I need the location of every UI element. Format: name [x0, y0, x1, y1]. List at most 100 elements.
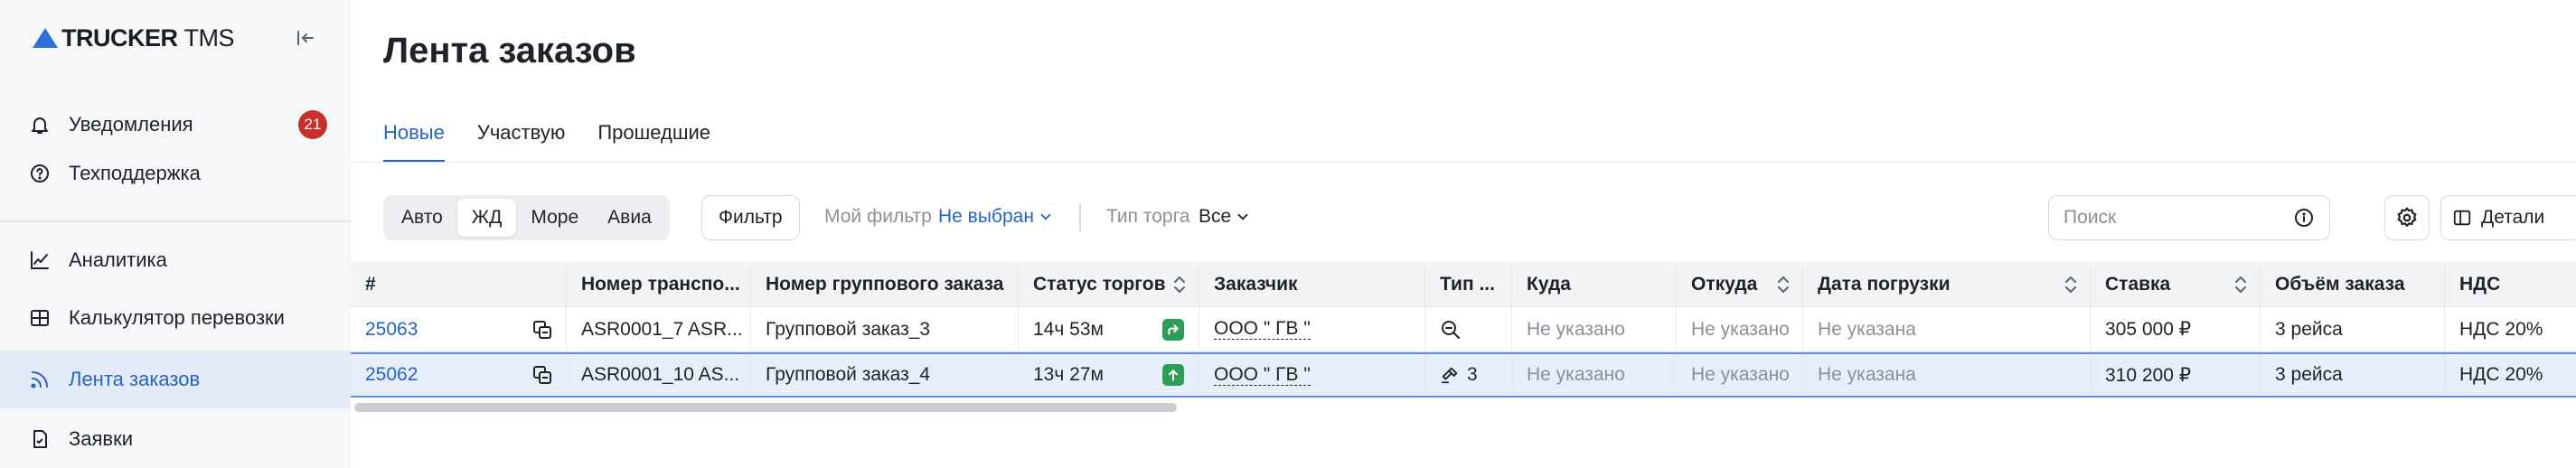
cell-type	[1424, 307, 1511, 351]
sidebar-item-label: Аналитика	[69, 248, 167, 271]
sidebar-item-label: Лента заказов	[69, 368, 201, 390]
collapse-sidebar-button[interactable]	[289, 22, 322, 54]
cell-customer: ООО " ГВ "	[1199, 307, 1424, 351]
arrow-up-icon[interactable]	[1162, 364, 1184, 386]
sidebar-item-label: Техподдержка	[69, 162, 201, 184]
cell-rate: 310 200 ₽	[2090, 354, 2260, 396]
sort-icon[interactable]	[1777, 275, 1790, 295]
sidebar-item-calculator[interactable]: Калькулятор перевозки	[0, 289, 351, 347]
sidebar-item-support[interactable]: Техподдержка	[0, 145, 351, 202]
sidebar-item-label: Заявки	[69, 427, 134, 450]
col-from[interactable]: Откуда	[1676, 262, 1802, 306]
main-content: Лента заказов Новые Участвую Прошедшие А…	[351, 0, 2576, 468]
cell-group: Групповой заказ_3	[750, 307, 1018, 351]
table-header: # Номер транспо... Номер группового зака…	[351, 262, 2576, 307]
cell-transport: ASR0001_7 ASR...	[566, 307, 750, 351]
details-button[interactable]: Детали	[2440, 195, 2576, 240]
cell-customer: ООО " ГВ "	[1199, 354, 1424, 396]
cell-volume: 3 рейса	[2260, 354, 2444, 396]
group-orders-icon[interactable]	[531, 319, 553, 341]
help-circle-icon	[27, 161, 52, 186]
col-vat[interactable]: НДС	[2444, 262, 2576, 306]
sidebar-item-order-feed[interactable]: Лента заказов	[0, 351, 351, 408]
col-transport-number[interactable]: Номер транспо...	[566, 262, 750, 306]
info-icon[interactable]	[2293, 207, 2315, 229]
sidebar-item-analytics[interactable]: Аналитика	[0, 231, 351, 289]
bid-count: 3	[1467, 364, 1478, 385]
settings-button[interactable]	[2384, 195, 2430, 240]
sidebar: TRUCKER TMS Уведомления 21 Техподдержка …	[0, 0, 351, 468]
gavel-icon	[1441, 367, 1458, 384]
my-filter-select[interactable]: Не выбран	[938, 206, 1054, 228]
group-orders-icon[interactable]	[531, 364, 553, 386]
search-placeholder: Поиск	[2064, 207, 2117, 228]
tab-new[interactable]: Новые	[383, 116, 445, 163]
customer-link[interactable]: ООО " ГВ "	[1214, 319, 1311, 340]
trade-type-label: Тип торга	[1106, 206, 1190, 227]
col-label: Откуда	[1691, 273, 1758, 295]
trade-type-select[interactable]: Все	[1199, 206, 1251, 228]
search-input[interactable]: Поиск	[2048, 195, 2330, 240]
cell-status: 14ч 53м	[1018, 307, 1199, 351]
tab-participating[interactable]: Участвую	[477, 116, 565, 163]
chevron-down-icon	[1040, 213, 1051, 220]
tab-bar: Новые Участвую Прошедшие	[383, 116, 743, 163]
brand-name-bold: TRUCKER	[61, 23, 178, 51]
col-volume[interactable]: Объём заказа	[2260, 262, 2444, 306]
cell-vat: НДС 20%	[2444, 354, 2576, 396]
sidebar-item-label: Калькулятор перевозки	[69, 306, 285, 329]
notifications-badge: 21	[298, 110, 327, 139]
cell-transport: ASR0001_10 AS...	[566, 354, 750, 396]
orders-table: # Номер транспо... Номер группового зака…	[351, 262, 2576, 398]
rss-feed-icon	[27, 367, 52, 392]
cell-status: 13ч 27м	[1018, 354, 1199, 396]
document-icon	[27, 426, 52, 452]
horizontal-scrollbar[interactable]	[354, 403, 1177, 412]
details-label: Детали	[2481, 207, 2545, 228]
sort-icon[interactable]	[2064, 275, 2077, 295]
filter-button[interactable]: Фильтр	[701, 195, 800, 240]
mode-auto[interactable]: Авто	[387, 199, 457, 237]
transport-mode-switch: Авто ЖД Море Авиа	[383, 195, 670, 240]
sort-icon[interactable]	[2234, 275, 2247, 295]
chart-line-icon	[27, 248, 52, 273]
trade-type-value: Все	[1199, 206, 1232, 227]
col-rate[interactable]: Ставка	[2090, 262, 2260, 306]
cell-rate: 305 000 ₽	[2090, 307, 2260, 351]
cell-from: Не указано	[1676, 307, 1802, 351]
bell-icon	[27, 112, 52, 137]
sort-icon[interactable]	[1173, 275, 1186, 295]
col-type[interactable]: Тип ...	[1424, 262, 1511, 306]
order-id-link[interactable]: 25062	[365, 364, 418, 386]
col-to[interactable]: Куда	[1511, 262, 1676, 306]
table-row[interactable]: 25062 ASR0001_10 AS... Групповой заказ_4…	[351, 352, 2576, 398]
table-row[interactable]: 25063 ASR0001_7 ASR... Групповой заказ_3…	[351, 307, 2576, 352]
order-id-link[interactable]: 25063	[365, 319, 418, 341]
col-customer[interactable]: Заказчик	[1199, 262, 1424, 306]
my-filter-label: Мой фильтр	[824, 206, 932, 227]
page-title: Лента заказов	[383, 31, 636, 70]
customer-link[interactable]: ООО " ГВ "	[1214, 364, 1311, 386]
sidebar-item-requests[interactable]: Заявки	[0, 410, 351, 468]
cell-text: ASR0001_7 ASR...	[581, 318, 743, 340]
col-id[interactable]: #	[351, 262, 566, 306]
brand-logo[interactable]: TRUCKER TMS	[33, 23, 235, 52]
cell-to: Не указано	[1511, 354, 1676, 396]
col-group-order[interactable]: Номер группового заказа	[750, 262, 1018, 306]
mode-rail[interactable]: ЖД	[456, 199, 517, 237]
tab-past[interactable]: Прошедшие	[597, 116, 710, 163]
mode-sea[interactable]: Море	[516, 199, 593, 237]
cell-id: 25062	[351, 354, 566, 396]
cell-text: ASR0001_10 AS...	[581, 364, 740, 385]
collapse-left-icon	[297, 31, 314, 45]
sidebar-item-label: Уведомления	[69, 113, 193, 136]
cell-volume: 3 рейса	[2260, 307, 2444, 351]
cell-from: Не указано	[1676, 354, 1802, 396]
brand-name-light: TMS	[183, 23, 235, 51]
cell-text: 14ч 53м	[1033, 318, 1104, 340]
redirect-arrow-icon[interactable]	[1162, 318, 1184, 341]
col-load-date[interactable]: Дата погрузки	[1802, 262, 2090, 306]
col-trade-status[interactable]: Статус торгов	[1018, 262, 1199, 306]
my-filter-value: Не выбран	[938, 206, 1034, 227]
mode-air[interactable]: Авиа	[593, 199, 666, 237]
